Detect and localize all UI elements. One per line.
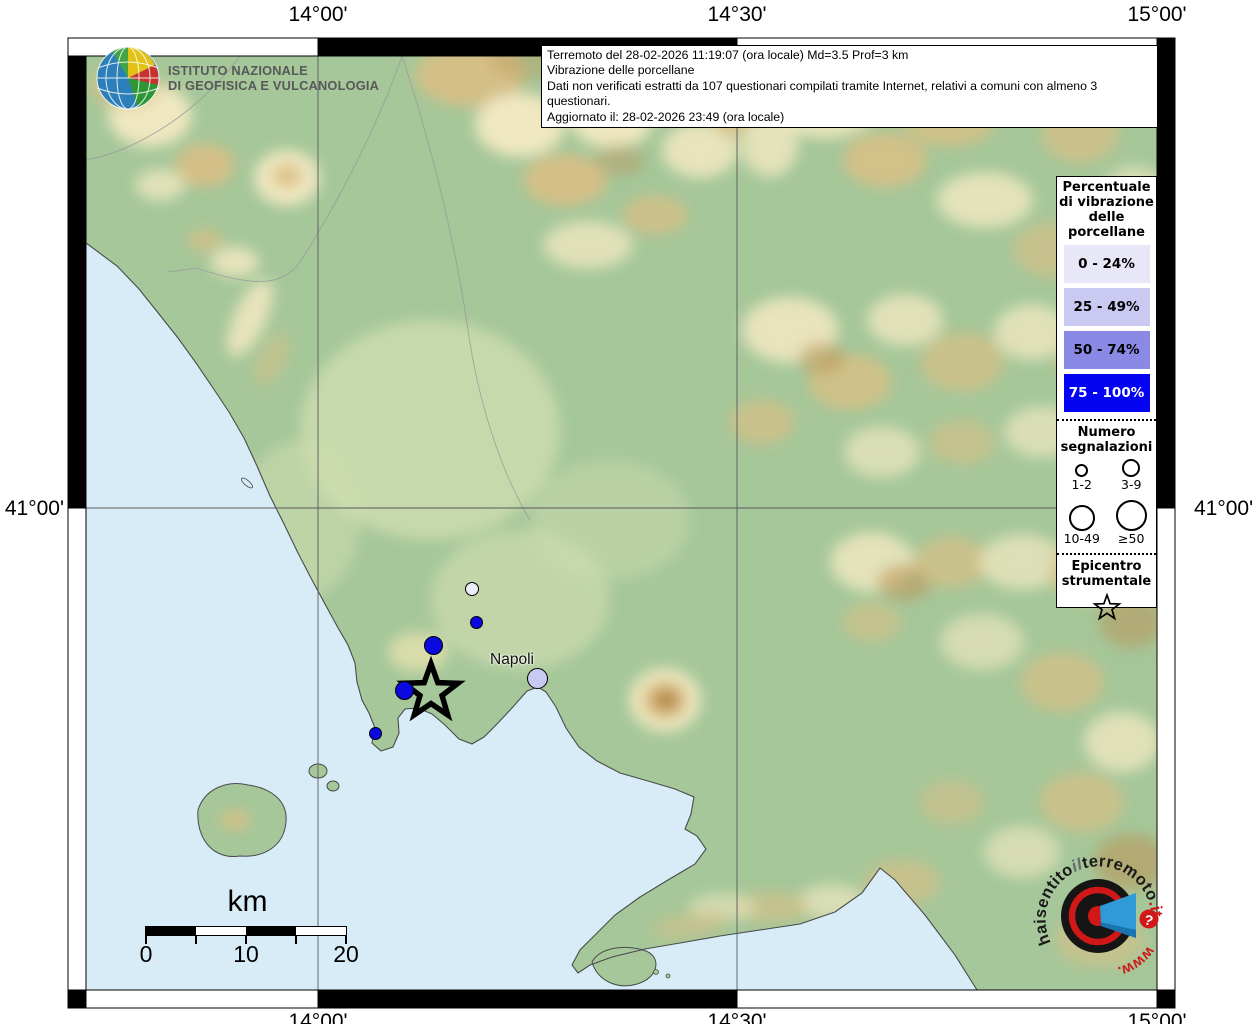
signal-size-1-2: 1-2 [1057,464,1107,492]
ingv-globe-icon [97,47,159,109]
islet [654,970,659,975]
report-point [369,727,382,740]
signal-size-50plus: ≥50 [1107,500,1157,546]
legend-divider [1057,553,1156,555]
lon-label-top-14-30: 14°30' [687,3,787,27]
event-effect-line: Vibrazione delle porcellane [547,63,1152,78]
legend-percent-title: Percentuale di vibrazione delle porcella… [1057,180,1156,240]
legend-class-0-24: 0 - 24% [1064,245,1150,283]
event-summary-line: Terremoto del 28-02-2026 11:19:07 (ora l… [547,48,1152,63]
ingv-logo: ISTITUTO NAZIONALE DI GEOFISICA E VULCAN… [168,63,379,93]
scale-bar: km 0 10 20 [120,885,380,975]
event-data-note: Dati non verificati estratti da 107 ques… [547,79,1152,110]
report-point [395,681,414,700]
lat-label-right: 41°00' [1194,497,1258,521]
map-area [86,40,1170,990]
legend-signal-sizes: 1-2 3-9 10-49 ≥50 [1057,459,1156,546]
legend-signals-title: Numero segnalazioni [1057,425,1156,455]
lon-label-top-15-00: 15°00' [1107,3,1207,27]
legend-epicenter-title: Epicentro strumentale [1057,559,1156,589]
circle-small-icon [1075,464,1088,477]
ingv-name-line1: ISTITUTO NAZIONALE [168,63,379,78]
signal-size-10-49: 10-49 [1057,505,1107,546]
circle-large-icon [1069,505,1095,531]
legend-class-50-74: 50 - 74% [1064,331,1150,369]
lon-label-bottom-14-30: 14°30' [687,1010,787,1024]
circle-xlarge-icon [1116,500,1147,531]
legend-class-75-100: 75 - 100% [1064,374,1150,412]
legend-star-icon [1092,593,1122,621]
map-canvas: haisentitoilterremoto.it www. ? 14°00' 1… [0,0,1258,1024]
lon-label-bottom-15-00: 15°00' [1107,1010,1207,1024]
event-updated-line: Aggiornato il: 28-02-2026 23:49 (ora loc… [547,110,1152,125]
scale-num-20: 20 [326,941,366,968]
legend-class-25-49: 25 - 49% [1064,288,1150,326]
report-point [527,668,548,689]
circle-medium-icon [1122,459,1140,477]
report-point [470,616,483,629]
report-point [424,636,443,655]
scale-num-10: 10 [226,941,266,968]
lat-label-left: 41°00' [0,497,64,521]
report-point [465,582,479,596]
scale-unit-label: km [120,885,375,919]
city-label-napoli: Napoli [469,651,555,669]
lon-label-bottom-14-00: 14°00' [268,1010,368,1024]
islet [327,781,339,791]
islet [666,974,670,978]
lon-label-top-14-00: 14°00' [268,3,368,27]
ingv-name-line2: DI GEOFISICA E VULCANOLOGIA [168,78,379,93]
scale-num-0: 0 [126,941,166,968]
legend-divider [1057,419,1156,421]
signal-size-3-9: 3-9 [1107,459,1157,492]
legend-panel: Percentuale di vibrazione delle porcella… [1056,176,1157,608]
event-info-box: Terremoto del 28-02-2026 11:19:07 (ora l… [541,45,1158,128]
